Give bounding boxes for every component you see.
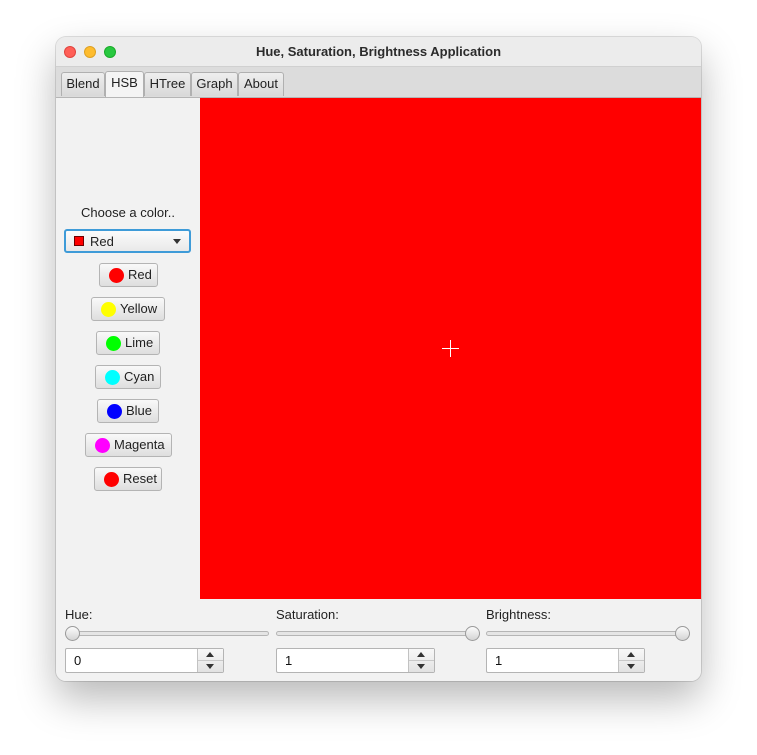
chevron-up-icon <box>627 652 635 657</box>
hue-decrement-button[interactable] <box>198 661 223 672</box>
lime-button[interactable]: Lime <box>96 331 160 355</box>
brightness-spinner <box>486 648 645 673</box>
color-combo-box[interactable]: Red <box>64 229 191 253</box>
cyan-button[interactable]: Cyan <box>95 365 161 389</box>
tab-blend[interactable]: Blend <box>61 72 105 96</box>
button-label: Red <box>128 267 152 282</box>
title-bar: Hue, Saturation, Brightness Application <box>56 37 701 67</box>
chevron-up-icon <box>417 652 425 657</box>
magenta-button[interactable]: Magenta <box>85 433 172 457</box>
tab-graph[interactable]: Graph <box>191 72 238 96</box>
window-title: Hue, Saturation, Brightness Application <box>255 44 502 59</box>
color-dot-icon <box>106 336 121 351</box>
yellow-button[interactable]: Yellow <box>91 297 165 321</box>
tab-about[interactable]: About <box>238 72 284 96</box>
saturation-spinner <box>276 648 435 673</box>
chevron-down-icon <box>206 664 214 669</box>
saturation-decrement-button[interactable] <box>409 661 434 672</box>
color-canvas[interactable] <box>200 98 701 599</box>
reset-button[interactable]: Reset <box>94 467 162 491</box>
button-label: Cyan <box>124 369 155 384</box>
saturation-slider-thumb[interactable] <box>465 626 480 641</box>
app-window: Hue, Saturation, Brightness Application … <box>56 37 701 681</box>
brightness-label: Brightness: <box>486 607 552 622</box>
button-label: Reset <box>123 471 157 486</box>
blue-button[interactable]: Blue <box>97 399 159 423</box>
chevron-down-icon <box>417 664 425 669</box>
brightness-decrement-button[interactable] <box>619 661 644 672</box>
chevron-up-icon <box>206 652 214 657</box>
color-dot-icon <box>109 268 124 283</box>
button-label: Magenta <box>114 437 165 452</box>
brightness-input[interactable] <box>487 649 617 672</box>
button-label: Blue <box>126 403 153 418</box>
saturation-slider[interactable] <box>276 631 480 636</box>
color-dot-icon <box>95 438 110 453</box>
combo-value: Red <box>90 234 114 249</box>
choose-color-label: Choose a color.. <box>81 205 175 220</box>
hue-slider-thumb[interactable] <box>65 626 80 641</box>
color-dot-icon <box>101 302 116 317</box>
tab-bar: Blend HSB HTree Graph About <box>56 67 701 98</box>
saturation-input[interactable] <box>277 649 407 672</box>
button-label: Lime <box>125 335 154 350</box>
color-dot-icon <box>104 472 119 487</box>
tab-hsb[interactable]: HSB <box>105 71 144 97</box>
hue-increment-button[interactable] <box>198 649 223 661</box>
chevron-down-icon <box>627 664 635 669</box>
hsb-controls: Hue: Saturation: Brightness: <box>56 599 701 681</box>
button-label: Yellow <box>120 301 158 316</box>
brightness-slider[interactable] <box>486 631 690 636</box>
hue-input[interactable] <box>66 649 196 672</box>
chevron-down-icon <box>173 239 181 244</box>
color-dot-icon <box>107 404 122 419</box>
red-button[interactable]: Red <box>99 263 158 287</box>
saturation-label: Saturation: <box>276 607 339 622</box>
hue-slider[interactable] <box>65 631 269 636</box>
color-dot-icon <box>105 370 120 385</box>
saturation-increment-button[interactable] <box>409 649 434 661</box>
hue-spinner <box>65 648 224 673</box>
brightness-slider-thumb[interactable] <box>675 626 690 641</box>
crosshair-icon <box>442 340 459 357</box>
color-sidebar: Choose a color.. Red Red Yellow Lime Cya… <box>56 98 200 599</box>
brightness-increment-button[interactable] <box>619 649 644 661</box>
tab-htree[interactable]: HTree <box>144 72 191 96</box>
combo-swatch <box>74 236 84 246</box>
hue-label: Hue: <box>65 607 93 622</box>
